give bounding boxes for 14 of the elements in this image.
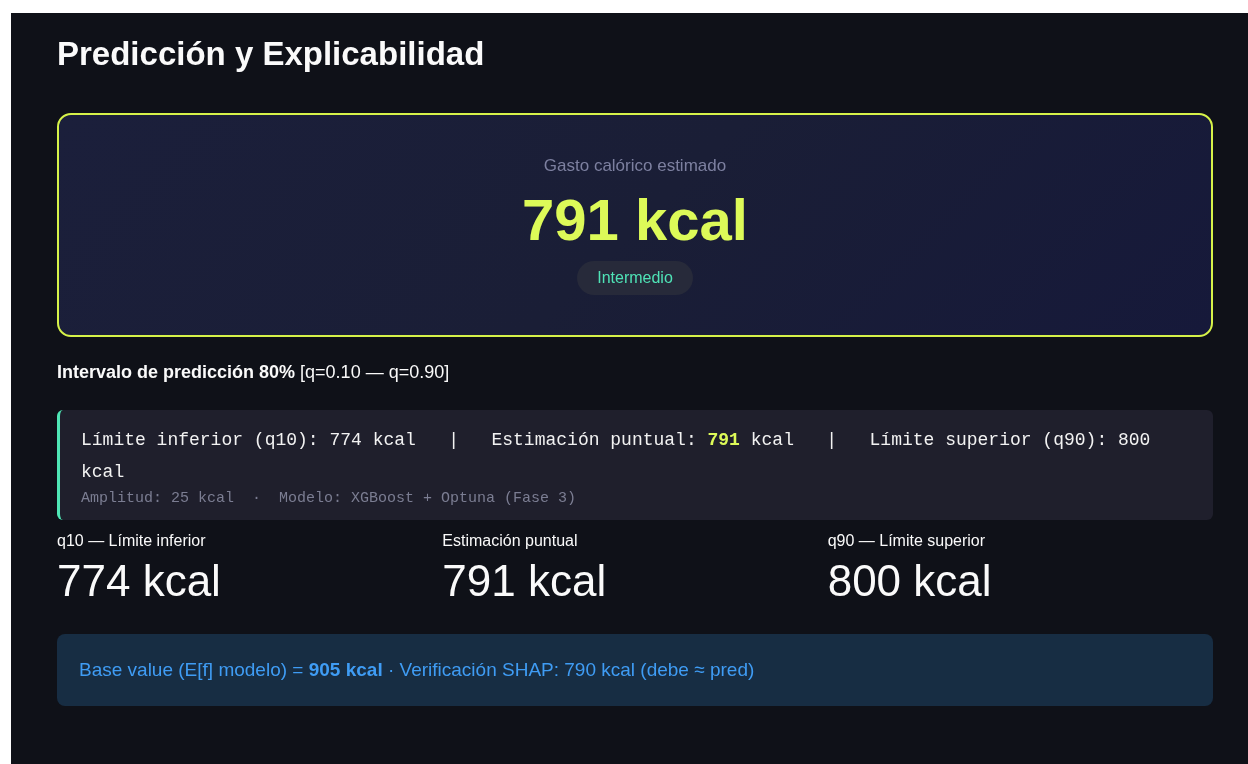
level-badge: Intermedio [577, 260, 693, 295]
interval-heading: Intervalo de predicción 80% [q=0.10 — q=0.90] [57, 362, 451, 383]
metric-value: 800 kcal [827, 556, 993, 606]
page-title: Predicción y Explicabilidad [57, 35, 486, 73]
metric-value: 791 kcal [442, 556, 608, 606]
metric-label: Estimación puntual [442, 532, 579, 550]
predicted-value: 791 kcal [522, 185, 748, 253]
metric-label: q90 — Límite superior [827, 532, 987, 550]
info-message: Base value (E[f] modelo) = 905 kcal · Verificación SHAP: 790 kcal (debe ≈ pred) [57, 634, 1213, 706]
model-details-text: Amplitud: 25 kcal · Modelo: XGBoost + Optuna (Fase 3) [81, 490, 578, 507]
interval-summary-text: Límite inferior (q10): 774 kcal | Estimación puntual: 791 kcal | Límite superior (q90): 800 kcal [81, 429, 1152, 484]
metric-value: 774 kcal [57, 556, 222, 606]
metric-label: q10 — Límite inferior [57, 532, 207, 550]
card-label: Gasto calórico estimado [543, 155, 727, 176]
